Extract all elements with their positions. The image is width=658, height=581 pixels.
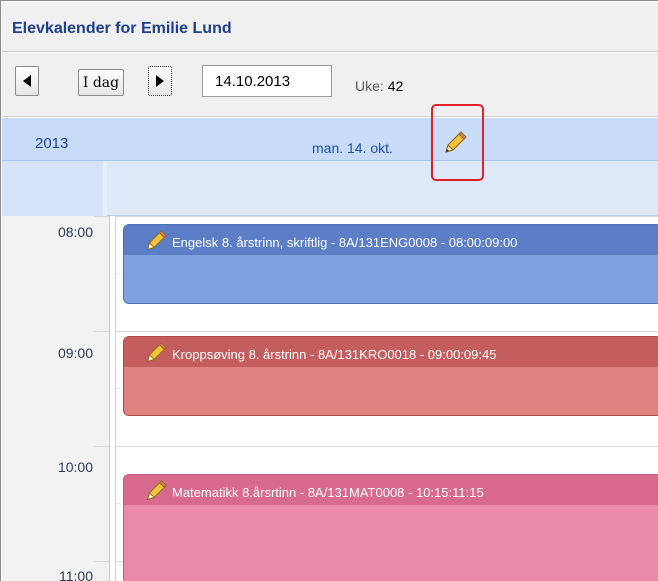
all-day-row — [2, 161, 658, 216]
hour-tick — [94, 561, 110, 562]
hour-line — [116, 446, 658, 447]
hour-line — [116, 216, 658, 217]
toolbar: I dag Uke: 42 — [2, 53, 658, 117]
triangle-right-icon — [156, 75, 164, 87]
event-header: Matematikk 8.årsrtinn - 8A/131MAT0008 - … — [124, 475, 658, 505]
hour-tick — [94, 331, 110, 332]
calendar-event[interactable]: Matematikk 8.årsrtinn - 8A/131MAT0008 - … — [123, 474, 658, 581]
title-bar: Elevkalender for Emilie Lund — [2, 2, 658, 52]
time-label: 09:00 — [57, 345, 93, 361]
week-number: 42 — [387, 78, 404, 94]
week-indicator: Uke: 42 — [355, 78, 403, 94]
pencil-icon[interactable] — [144, 341, 168, 365]
triangle-left-icon — [23, 75, 31, 87]
previous-day-button[interactable] — [15, 66, 39, 96]
year-label: 2013 — [35, 135, 69, 152]
time-label: 11:00 — [59, 568, 93, 581]
event-title: Engelsk 8. årstrinn, skriftlig - 8A/131E… — [172, 235, 518, 250]
hour-line — [116, 331, 658, 332]
hour-tick — [94, 446, 110, 447]
event-title: Kroppsøving 8. årstrinn - 8A/131KRO0018 … — [172, 347, 497, 362]
highlight-box — [431, 104, 484, 181]
event-header: Kroppsøving 8. årstrinn - 8A/131KRO0018 … — [124, 337, 658, 367]
calendar-window: Elevkalender for Emilie Lund I dag Uke: … — [0, 0, 658, 581]
pencil-icon[interactable] — [144, 229, 168, 253]
time-label: 08:00 — [57, 224, 93, 240]
day-label[interactable]: man. 14. okt. — [312, 140, 393, 156]
day-header: 2013 man. 14. okt. — [2, 118, 658, 161]
next-day-button[interactable] — [148, 66, 172, 96]
calendar-event[interactable]: Engelsk 8. årstrinn, skriftlig - 8A/131E… — [123, 224, 658, 304]
week-label: Uke: — [355, 78, 384, 94]
event-header: Engelsk 8. årstrinn, skriftlig - 8A/131E… — [124, 225, 658, 255]
all-day-gutter — [2, 161, 107, 216]
calendar-event[interactable]: Kroppsøving 8. årstrinn - 8A/131KRO0018 … — [123, 336, 658, 416]
time-column: 08:00 09:00 10:00 11:00 — [2, 216, 110, 581]
time-grid: 08:00 09:00 10:00 11:00 Engelsk 8. årstr… — [2, 216, 658, 581]
day-column[interactable]: Engelsk 8. årstrinn, skriftlig - 8A/131E… — [115, 216, 658, 581]
page-title: Elevkalender for Emilie Lund — [12, 20, 232, 37]
time-label: 10:00 — [57, 459, 93, 475]
today-button[interactable]: I dag — [78, 69, 124, 96]
hour-tick — [94, 216, 110, 217]
date-field[interactable] — [202, 65, 332, 97]
event-title: Matematikk 8.årsrtinn - 8A/131MAT0008 - … — [172, 485, 484, 500]
pencil-icon[interactable] — [144, 479, 168, 503]
